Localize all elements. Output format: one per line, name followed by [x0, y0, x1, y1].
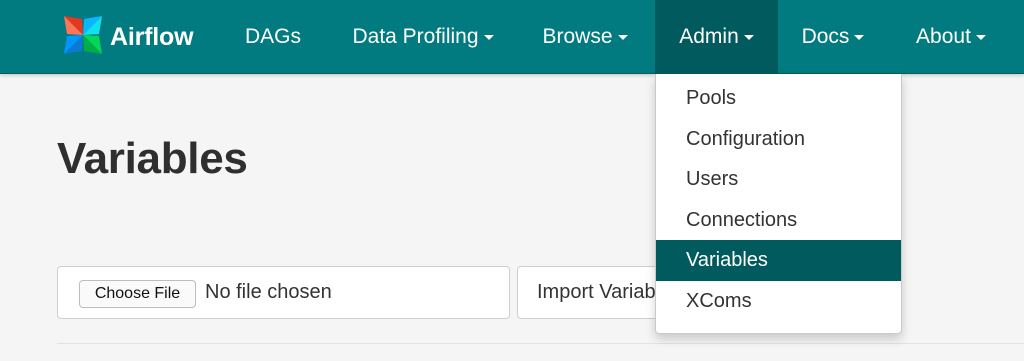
caret-down-icon: [854, 34, 865, 40]
page-title: Variables: [57, 134, 248, 183]
nav-browse-label: Browse: [542, 25, 613, 48]
choose-file-button[interactable]: Choose File: [79, 280, 196, 308]
brand-name: Airflow: [110, 22, 194, 51]
divider: [57, 343, 1024, 344]
top-navbar: Airflow DAGs Data Profiling Browse Admin…: [0, 0, 1024, 74]
menu-item-connections[interactable]: Connections: [656, 200, 901, 241]
nav-admin[interactable]: Admin: [655, 0, 778, 74]
nav-data-profiling[interactable]: Data Profiling: [333, 0, 513, 74]
nav-browse[interactable]: Browse: [526, 0, 644, 74]
caret-down-icon: [617, 34, 628, 40]
menu-item-variables[interactable]: Variables: [656, 240, 901, 281]
nav-docs[interactable]: Docs: [788, 0, 878, 74]
nav-data-profiling-label: Data Profiling: [352, 25, 479, 48]
menu-item-xcoms[interactable]: XComs: [656, 281, 901, 322]
nav-about-label: About: [916, 25, 971, 48]
brand-link[interactable]: Airflow: [58, 10, 194, 65]
caret-down-icon: [975, 34, 986, 40]
file-status: No file chosen: [205, 281, 332, 303]
admin-dropdown-menu: Pools Configuration Users Connections Va…: [655, 74, 902, 334]
nav-docs-label: Docs: [801, 25, 850, 48]
caret-down-icon: [743, 34, 754, 40]
pinwheel-logo-icon: [58, 10, 108, 65]
file-input[interactable]: Choose File No file chosen: [57, 266, 510, 319]
menu-item-configuration[interactable]: Configuration: [656, 119, 901, 160]
nav-dags-label: DAGs: [244, 25, 301, 48]
menu-item-pools[interactable]: Pools: [656, 78, 901, 119]
caret-down-icon: [483, 34, 494, 40]
menu-item-users[interactable]: Users: [656, 159, 901, 200]
nav-about[interactable]: About: [900, 0, 1002, 74]
nav-admin-label: Admin: [679, 25, 739, 48]
nav-dags[interactable]: DAGs: [229, 0, 317, 74]
